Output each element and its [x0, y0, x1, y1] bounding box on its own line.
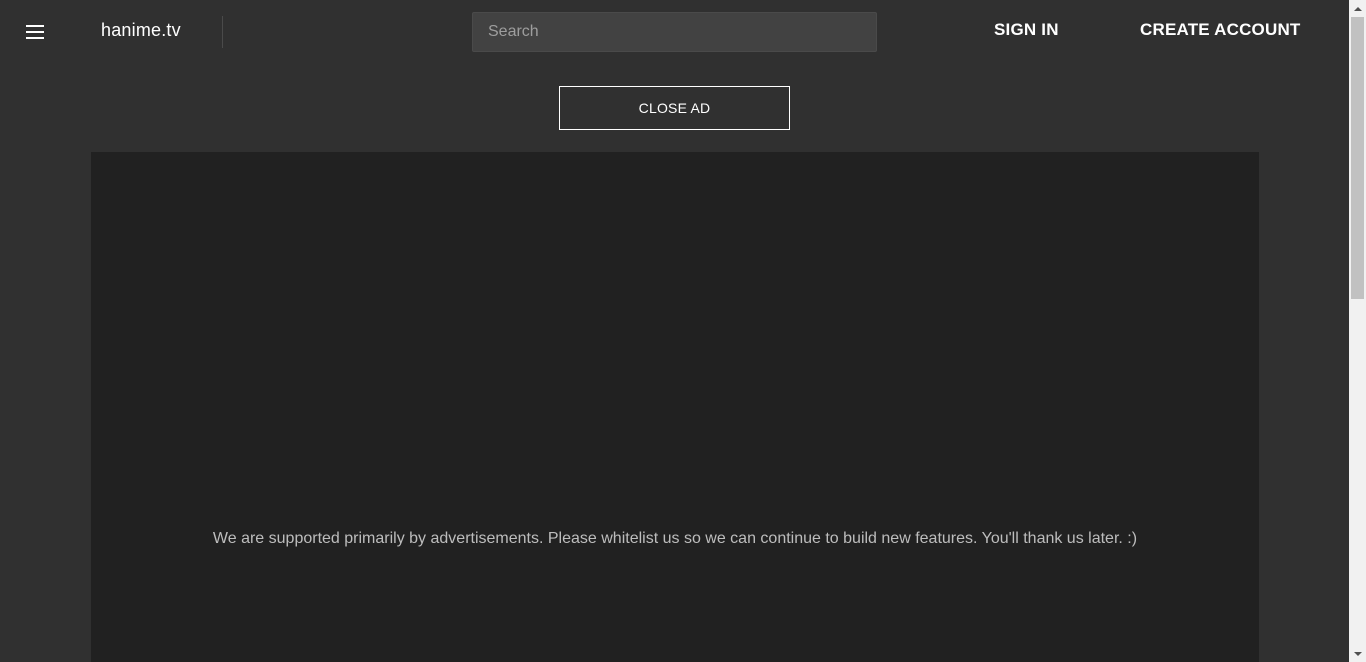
arrow-down-icon — [1353, 651, 1362, 656]
menu-button[interactable] — [14, 12, 56, 52]
hamburger-menu-icon — [26, 25, 44, 27]
scroll-up-button[interactable] — [1349, 0, 1366, 17]
divider — [222, 16, 223, 48]
scroll-down-button[interactable] — [1349, 645, 1366, 662]
search-box — [472, 12, 877, 52]
create-account-button[interactable]: CREATE ACCOUNT — [1140, 20, 1301, 40]
ad-panel: We are supported primarily by advertisem… — [91, 152, 1259, 662]
scrollbar-thumb[interactable] — [1351, 17, 1364, 299]
search-input[interactable] — [473, 13, 876, 51]
ad-support-message: We are supported primarily by advertisem… — [212, 530, 1138, 547]
arrow-up-icon — [1353, 6, 1362, 11]
vertical-scrollbar[interactable] — [1349, 0, 1366, 662]
hamburger-menu-icon-line — [26, 37, 44, 39]
sign-in-button[interactable]: SIGN IN — [994, 20, 1059, 40]
site-logo[interactable]: hanime.tv — [101, 20, 181, 41]
hamburger-menu-icon-line — [26, 31, 44, 33]
page: hanime.tv SIGN IN CREATE ACCOUNT CLOSE A… — [0, 0, 1349, 662]
top-bar: hanime.tv SIGN IN CREATE ACCOUNT — [0, 0, 1349, 64]
close-ad-button[interactable]: CLOSE AD — [559, 86, 790, 130]
